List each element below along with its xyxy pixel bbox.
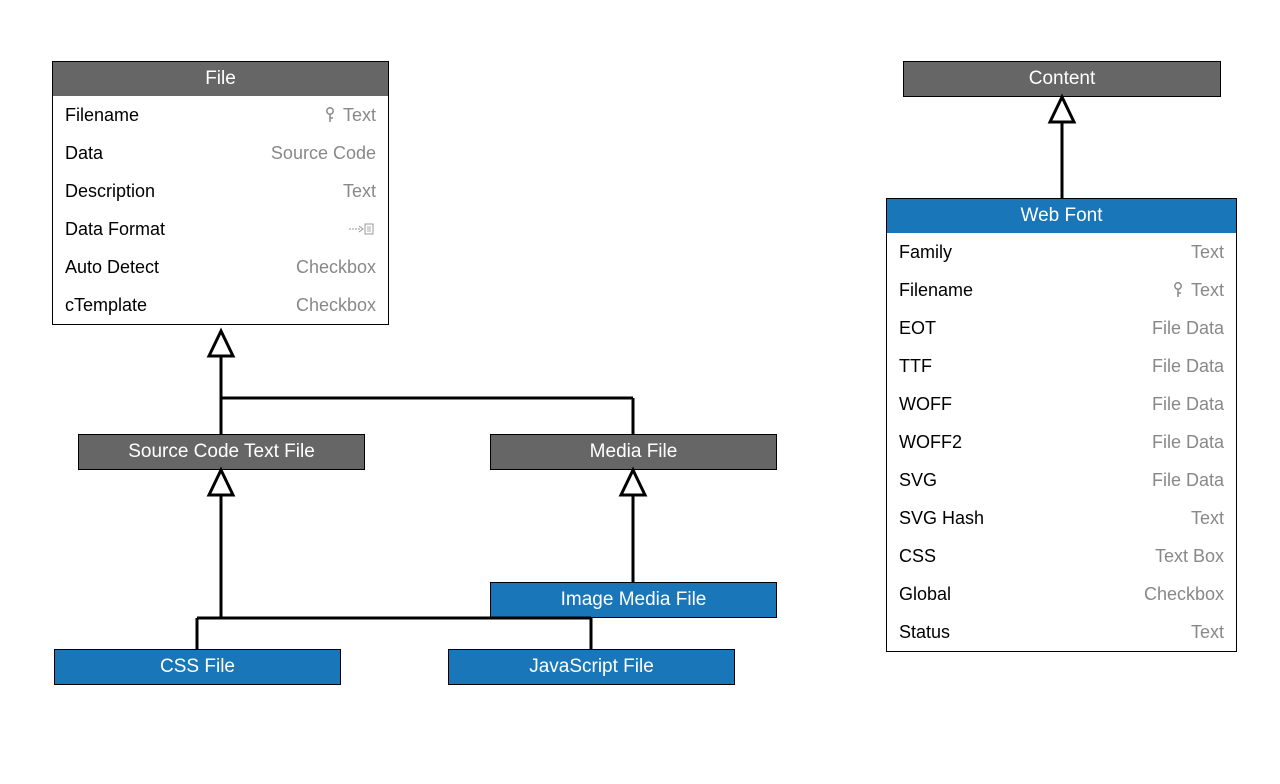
attr-type: File Data: [1152, 468, 1224, 492]
attr-type: Checkbox: [296, 293, 376, 317]
class-title-file: File: [53, 62, 388, 96]
attr-name: SVG: [899, 468, 937, 492]
attr-type: Text: [1191, 620, 1224, 644]
attr-name: cTemplate: [65, 293, 147, 317]
attr-row: Filename Text: [53, 96, 388, 134]
attr-row: Description Text: [53, 172, 388, 210]
class-box-web-font: Web Font Family Text Filename Text EOT Fil…: [886, 198, 1237, 652]
link-ref-icon: [348, 221, 376, 237]
class-title: Source Code Text File: [79, 435, 364, 469]
inheritance-arrowhead-icon: [1050, 97, 1074, 122]
attr-type: Text: [323, 103, 376, 127]
class-box-content: Content: [903, 61, 1221, 97]
attr-row: SVG File Data: [887, 461, 1236, 499]
class-title: CSS File: [55, 650, 340, 684]
class-title-web-font: Web Font: [887, 199, 1236, 233]
inheritance-arrowhead-icon: [209, 470, 233, 495]
attr-type: File Data: [1152, 354, 1224, 378]
attr-name: WOFF2: [899, 430, 962, 454]
attr-row: TTF File Data: [887, 347, 1236, 385]
attr-type: File Data: [1152, 430, 1224, 454]
attr-name: Global: [899, 582, 951, 606]
attr-row: CSS Text Box: [887, 537, 1236, 575]
attr-name: Auto Detect: [65, 255, 159, 279]
class-box-source-code-text-file: Source Code Text File: [78, 434, 365, 470]
attr-name: CSS: [899, 544, 936, 568]
attr-list-file: Filename Text Data Source Code Descripti…: [53, 96, 388, 324]
attr-type: Checkbox: [296, 255, 376, 279]
attr-type: File Data: [1152, 392, 1224, 416]
class-box-media-file: Media File: [490, 434, 777, 470]
attr-type: [348, 221, 376, 237]
attr-list-web-font: Family Text Filename Text EOT File Data TT…: [887, 233, 1236, 651]
inheritance-arrowhead-icon: [621, 470, 645, 495]
inheritance-arrowhead-icon: [209, 331, 233, 356]
attr-row: Data Source Code: [53, 134, 388, 172]
attr-name: SVG Hash: [899, 506, 984, 530]
attr-name: Data Format: [65, 217, 165, 241]
attr-row: EOT File Data: [887, 309, 1236, 347]
attr-row: Data Format: [53, 210, 388, 248]
attr-row: Global Checkbox: [887, 575, 1236, 613]
attr-row: Status Text: [887, 613, 1236, 651]
attr-row: Family Text: [887, 233, 1236, 271]
class-title: Image Media File: [491, 583, 776, 617]
attr-name: Data: [65, 141, 103, 165]
key-icon: [1171, 282, 1185, 298]
attr-row: SVG Hash Text: [887, 499, 1236, 537]
attr-name: WOFF: [899, 392, 952, 416]
class-box-javascript-file: JavaScript File: [448, 649, 735, 685]
attr-type: Text: [1171, 278, 1224, 302]
attr-name: Status: [899, 620, 950, 644]
attr-type: Text: [1191, 240, 1224, 264]
attr-type: File Data: [1152, 316, 1224, 340]
class-box-image-media-file: Image Media File: [490, 582, 777, 618]
attr-type: Source Code: [271, 141, 376, 165]
class-box-css-file: CSS File: [54, 649, 341, 685]
attr-name: Family: [899, 240, 952, 264]
attr-row: Filename Text: [887, 271, 1236, 309]
attr-name: TTF: [899, 354, 932, 378]
attr-row: WOFF2 File Data: [887, 423, 1236, 461]
attr-type: Text Box: [1155, 544, 1224, 568]
key-icon: [323, 107, 337, 123]
class-box-file: File Filename Text Data Source Code Desc…: [52, 61, 389, 325]
attr-type: Text: [1191, 506, 1224, 530]
attr-name: Description: [65, 179, 155, 203]
attr-name: EOT: [899, 316, 936, 340]
attr-row: Auto Detect Checkbox: [53, 248, 388, 286]
attr-type: Text: [343, 179, 376, 203]
class-title: Media File: [491, 435, 776, 469]
attr-row: cTemplate Checkbox: [53, 286, 388, 324]
attr-name: Filename: [899, 278, 973, 302]
attr-name: Filename: [65, 103, 139, 127]
class-title: Content: [904, 62, 1220, 96]
attr-row: WOFF File Data: [887, 385, 1236, 423]
class-title: JavaScript File: [449, 650, 734, 684]
attr-type: Checkbox: [1144, 582, 1224, 606]
